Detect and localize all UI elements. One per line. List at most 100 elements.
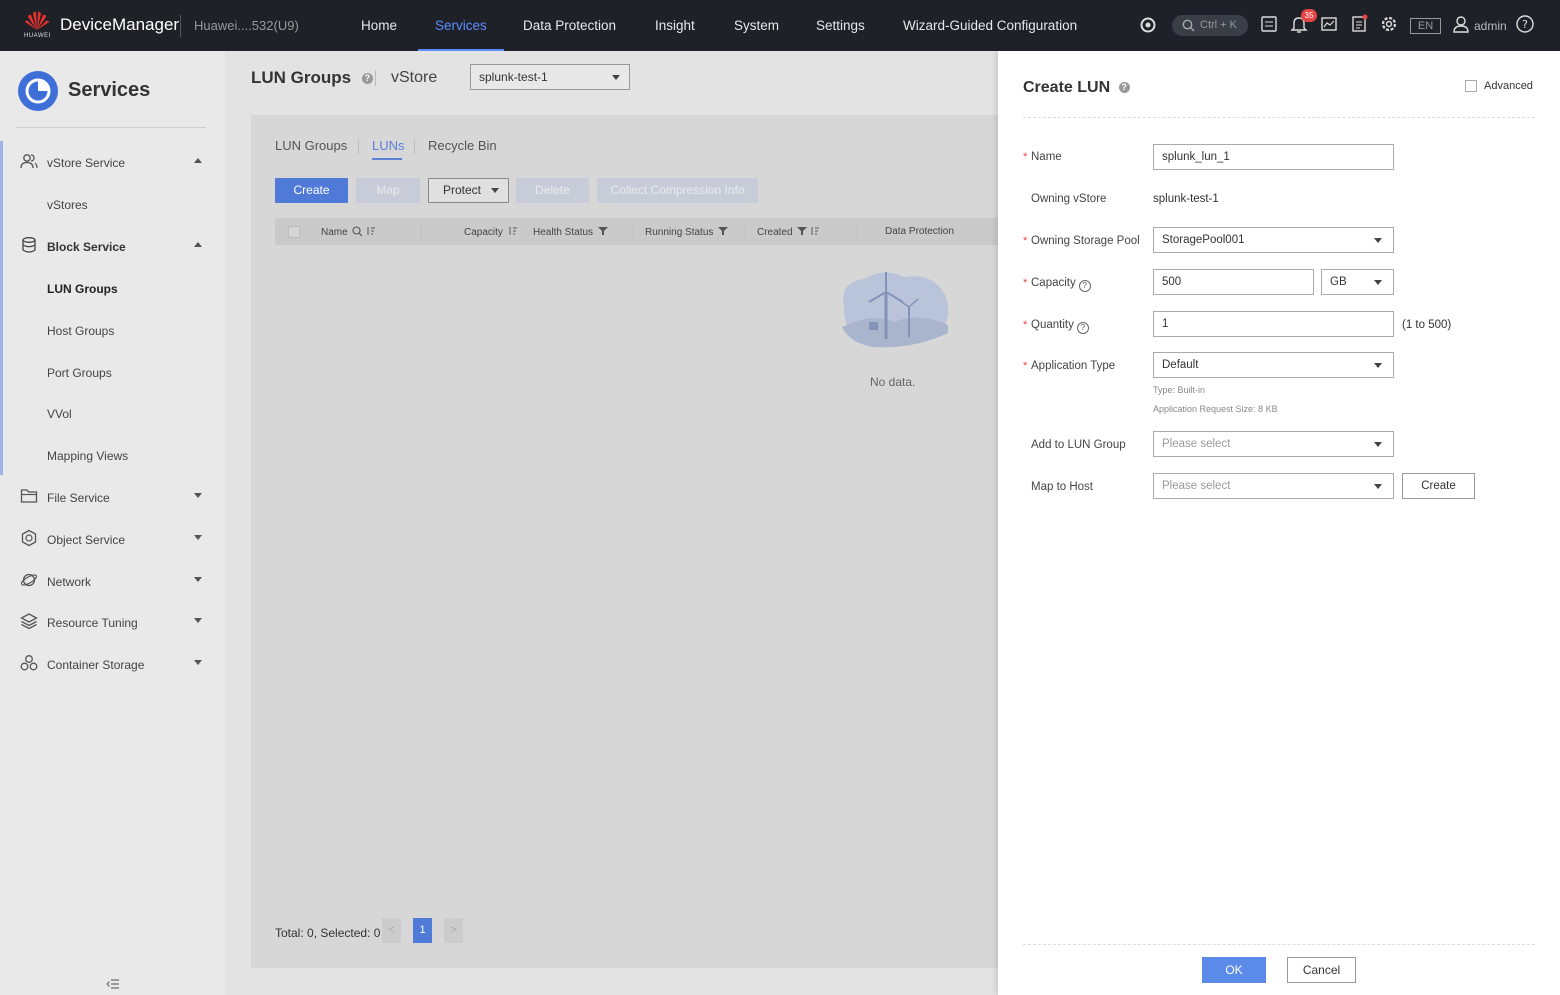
user-icon[interactable] bbox=[1452, 14, 1474, 36]
sort-icon[interactable] bbox=[810, 226, 820, 236]
task-icon[interactable] bbox=[1259, 14, 1281, 36]
storage-pool-select[interactable]: StoragePool001 bbox=[1153, 227, 1394, 253]
sidebar-item-file-service[interactable]: File Service bbox=[0, 477, 225, 517]
nav-data-protection[interactable]: Data Protection bbox=[523, 0, 616, 51]
create-host-button[interactable]: Create bbox=[1402, 473, 1475, 499]
column-name[interactable]: Name bbox=[321, 226, 376, 238]
tab-luns[interactable]: LUNs bbox=[372, 138, 405, 153]
empty-state-text: No data. bbox=[870, 375, 916, 389]
activity-icon[interactable] bbox=[1138, 14, 1160, 36]
sidebar-item-container-storage[interactable]: Container Storage bbox=[0, 644, 225, 684]
sort-icon[interactable] bbox=[366, 226, 376, 236]
divider bbox=[375, 70, 376, 86]
sidebar-item-network[interactable]: Network bbox=[0, 561, 225, 601]
filter-icon[interactable] bbox=[797, 226, 808, 236]
vstore-select[interactable]: splunk-test-1 bbox=[470, 64, 630, 90]
sidebar-item-vvol[interactable]: VVol bbox=[0, 393, 225, 433]
divider bbox=[1023, 944, 1535, 945]
cylinder-icon bbox=[20, 236, 38, 254]
tab-lun-groups[interactable]: LUN Groups bbox=[275, 138, 347, 153]
capacity-unit-select[interactable]: GB bbox=[1321, 269, 1394, 295]
map-host-select[interactable]: Please select bbox=[1153, 473, 1394, 499]
chevron-down-icon bbox=[1374, 484, 1382, 489]
column-capacity[interactable]: Capacity bbox=[464, 226, 518, 238]
divider bbox=[857, 226, 858, 238]
monitor-chart-icon[interactable] bbox=[1319, 14, 1341, 36]
delete-button[interactable]: Delete bbox=[516, 178, 589, 203]
search-icon[interactable] bbox=[352, 226, 363, 237]
sidebar-item-mapping-views[interactable]: Mapping Views bbox=[0, 435, 225, 475]
nav-system[interactable]: System bbox=[734, 0, 779, 51]
divider bbox=[745, 226, 746, 238]
lun-group-select[interactable]: Please select bbox=[1153, 431, 1394, 457]
chevron-down-icon bbox=[194, 660, 202, 665]
chevron-down-icon bbox=[491, 188, 499, 193]
help-icon[interactable]: ? bbox=[1076, 322, 1089, 334]
map-button[interactable]: Map bbox=[356, 178, 420, 203]
people-icon bbox=[20, 152, 38, 170]
planet-icon bbox=[20, 571, 38, 589]
global-search[interactable]: Ctrl + K bbox=[1172, 15, 1248, 36]
filter-icon[interactable] bbox=[597, 226, 608, 236]
huawei-logo: HUAWEI bbox=[22, 10, 52, 42]
sidebar-item-vstores[interactable]: vStores bbox=[0, 184, 225, 224]
user-name[interactable]: admin bbox=[1474, 19, 1507, 33]
sidebar-item-lun-groups[interactable]: LUN Groups bbox=[0, 268, 225, 308]
divider bbox=[633, 226, 634, 238]
gear-icon[interactable] bbox=[1379, 14, 1401, 36]
page-number-button[interactable]: 1 bbox=[413, 918, 432, 943]
divider bbox=[1023, 117, 1535, 118]
lun-group-label: Add to LUN Group bbox=[1031, 439, 1126, 451]
collect-compression-button[interactable]: Collect Compression Info bbox=[597, 178, 758, 203]
language-switch[interactable]: EN bbox=[1410, 18, 1441, 34]
help-icon[interactable]: ? bbox=[1118, 82, 1130, 93]
alarm-count-badge: 35 bbox=[1301, 9, 1317, 22]
column-health-status[interactable]: Health Status bbox=[533, 226, 608, 238]
document-icon[interactable] bbox=[1349, 14, 1371, 36]
ok-button[interactable]: OK bbox=[1202, 957, 1266, 983]
prev-page-button[interactable]: < bbox=[382, 918, 401, 943]
application-request-size-hint: Application Request Size: 8 KB bbox=[1153, 404, 1278, 414]
page-header: LUN Groups ? vStore splunk-test-1 bbox=[225, 51, 1000, 111]
sidebar-item-port-groups[interactable]: Port Groups bbox=[0, 352, 225, 392]
next-page-button[interactable]: > bbox=[444, 918, 463, 943]
column-running-status[interactable]: Running Status bbox=[645, 226, 729, 238]
tab-active-indicator bbox=[372, 158, 402, 160]
nav-wizard-config[interactable]: Wizard-Guided Configuration bbox=[903, 0, 1077, 51]
filter-icon[interactable] bbox=[718, 226, 729, 236]
sidebar-item-host-groups[interactable]: Host Groups bbox=[0, 310, 225, 350]
help-icon[interactable]: ? bbox=[361, 73, 373, 84]
column-data-protection[interactable]: Data Protection bbox=[885, 226, 954, 237]
no-data-illustration-icon bbox=[834, 267, 954, 360]
nav-settings[interactable]: Settings bbox=[816, 0, 865, 51]
chevron-down-icon bbox=[1374, 363, 1382, 368]
capacity-field[interactable]: 500 bbox=[1153, 269, 1314, 295]
collapse-icon[interactable] bbox=[106, 978, 120, 993]
storage-pool-label: Owning Storage Pool bbox=[1031, 235, 1140, 247]
sidebar-item-block-service[interactable]: Block Service bbox=[0, 226, 225, 266]
sidebar-item-resource-tuning[interactable]: Resource Tuning bbox=[0, 602, 225, 642]
nav-insight[interactable]: Insight bbox=[655, 0, 695, 51]
top-bar: HUAWEI DeviceManager Huawei....532(U9) H… bbox=[0, 0, 1560, 51]
sort-icon[interactable] bbox=[508, 226, 518, 236]
protect-button[interactable]: Protect bbox=[428, 178, 509, 203]
help-icon[interactable]: ? bbox=[1515, 14, 1537, 36]
cancel-button[interactable]: Cancel bbox=[1287, 957, 1356, 983]
sidebar-item-vstore-service[interactable]: vStore Service bbox=[0, 142, 225, 182]
select-all-checkbox[interactable] bbox=[288, 226, 300, 238]
sidebar-item-object-service[interactable]: Object Service bbox=[0, 519, 225, 559]
tab-recycle-bin[interactable]: Recycle Bin bbox=[428, 138, 497, 153]
quantity-field[interactable]: 1 bbox=[1153, 311, 1394, 337]
name-field[interactable]: splunk_lun_1 bbox=[1153, 144, 1394, 170]
layers-icon bbox=[20, 612, 38, 630]
nav-home[interactable]: Home bbox=[361, 0, 397, 51]
create-button[interactable]: Create bbox=[275, 178, 348, 203]
nav-services[interactable]: Services bbox=[418, 0, 504, 51]
application-type-select[interactable]: Default bbox=[1153, 352, 1394, 378]
advanced-checkbox[interactable] bbox=[1465, 80, 1477, 92]
column-created[interactable]: Created bbox=[757, 226, 820, 238]
container-icon bbox=[20, 654, 38, 672]
help-icon[interactable]: ? bbox=[1078, 280, 1091, 292]
device-name[interactable]: Huawei....532(U9) bbox=[194, 18, 299, 33]
map-host-label: Map to Host bbox=[1031, 481, 1093, 493]
